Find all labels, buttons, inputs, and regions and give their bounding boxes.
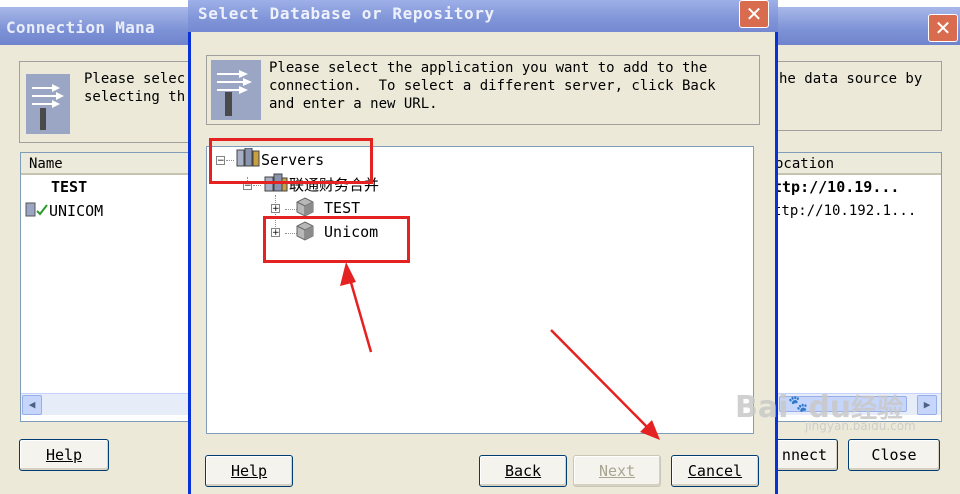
annotation-arrow-to-cancel bbox=[550, 329, 660, 440]
paw-icon: 🐾 bbox=[788, 394, 809, 413]
watermark-brand: Bai bbox=[735, 390, 789, 425]
annotation-arrow-to-unicom bbox=[340, 262, 373, 353]
baidu-watermark: Bai🐾du经验 jingyan.baidu.com bbox=[735, 388, 916, 433]
watermark-url: jingyan.baidu.com bbox=[805, 419, 916, 433]
